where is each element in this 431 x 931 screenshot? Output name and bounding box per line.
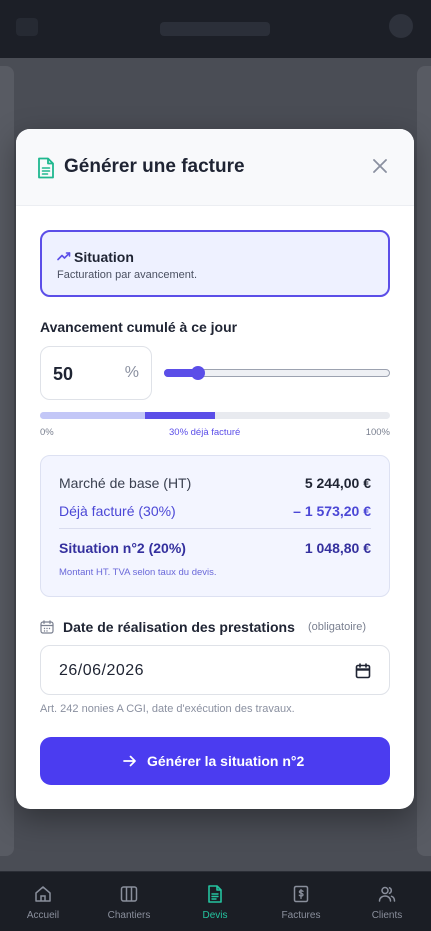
app-title-placeholder	[160, 22, 270, 36]
option-title: Situation	[74, 249, 134, 265]
percent-value: 50	[53, 364, 74, 384]
progress-end-label: 100%	[365, 427, 390, 438]
nav-label-factures: Factures	[281, 910, 321, 921]
document-icon	[38, 157, 54, 179]
home-icon	[35, 886, 51, 902]
progress-invoiced-label: 30% déjà facturé	[169, 427, 241, 438]
generate-button-label: Générer la situation n°2	[147, 753, 305, 769]
progress-slider[interactable]	[164, 366, 390, 380]
calendar-icon	[40, 620, 54, 634]
document-icon	[208, 885, 222, 903]
modal-header: Générer une facture	[16, 129, 414, 206]
app-header-background	[0, 0, 431, 58]
required-tag: (obligatoire)	[308, 621, 367, 633]
progress-percent-input[interactable]: 50 %	[40, 346, 152, 400]
columns-icon	[120, 886, 138, 902]
arrow-right-icon	[123, 755, 136, 767]
invoiced-progress-bar	[40, 412, 390, 419]
receipt-icon	[293, 885, 309, 903]
progress-start-label: 0%	[40, 427, 54, 438]
nav-item-factures[interactable]: Factures	[258, 872, 344, 931]
background-card-left	[0, 66, 14, 856]
modal-title: Générer une facture	[64, 156, 245, 177]
base-amount-label: Marché de base (HT)	[59, 475, 192, 491]
nav-label-clients: Clients	[371, 910, 403, 921]
bottom-nav: Accueil Chantiers Devis Factures Clients	[0, 871, 431, 931]
current-situation-segment	[145, 412, 215, 419]
summary-divider	[59, 528, 371, 529]
slider-thumb[interactable]	[190, 366, 205, 380]
nav-label-accueil: Accueil	[26, 910, 60, 921]
menu-icon	[16, 18, 38, 36]
nav-item-accueil[interactable]: Accueil	[0, 872, 86, 931]
background-card-right	[417, 66, 431, 856]
nav-label-chantiers: Chantiers	[107, 910, 151, 921]
service-date-input[interactable]: 26/06/2026	[40, 645, 390, 695]
progress-section-label: Avancement cumulé à ce jour	[40, 319, 238, 335]
base-amount-value: 5 244,00 €	[304, 475, 371, 491]
close-icon[interactable]	[372, 158, 388, 174]
trending-up-icon	[57, 252, 71, 261]
date-section-label: Date de réalisation des prestations	[63, 619, 295, 635]
situation-amount-label: Situation n°2 (20%)	[59, 540, 186, 556]
generate-situation-button[interactable]: Générer la situation n°2	[40, 737, 390, 785]
already-invoiced-segment	[40, 412, 145, 419]
percent-unit: %	[124, 364, 139, 381]
nav-item-clients[interactable]: Clients	[344, 872, 430, 931]
nav-label-devis: Devis	[202, 910, 228, 921]
amount-summary: Marché de base (HT) 5 244,00 € Déjà fact…	[40, 455, 390, 597]
calendar-picker-icon[interactable]	[355, 663, 371, 679]
date-value: 26/06/2026	[59, 662, 145, 679]
invoice-modal: Générer une facture Situation Facturatio…	[16, 129, 414, 809]
option-subtitle: Facturation par avancement.	[57, 269, 198, 281]
invoice-type-situation-option[interactable]: Situation Facturation par avancement.	[40, 230, 390, 297]
users-icon	[378, 886, 396, 902]
situation-amount-value: 1 048,80 €	[304, 540, 371, 556]
invoiced-amount-label: Déjà facturé (30%)	[59, 503, 176, 519]
avatar	[389, 14, 413, 38]
tax-note: Montant HT. TVA selon taux du devis.	[59, 567, 217, 578]
nav-item-chantiers[interactable]: Chantiers	[86, 872, 172, 931]
legal-note: Art. 242 nonies A CGI, date d'exécution …	[40, 703, 295, 715]
nav-item-devis[interactable]: Devis	[172, 872, 258, 931]
invoiced-amount-value: – 1 573,20 €	[293, 503, 371, 519]
